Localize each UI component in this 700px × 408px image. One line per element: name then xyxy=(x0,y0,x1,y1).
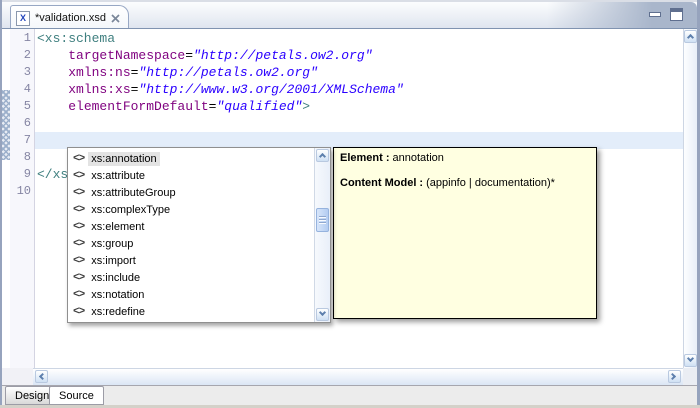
range-indicator xyxy=(2,90,10,160)
line-number-6: 6 xyxy=(10,115,31,132)
tooltip-element-value: annotation xyxy=(393,152,444,164)
xml-element-icon: <> xyxy=(73,204,84,216)
assist-item-label: xs:element xyxy=(88,220,147,234)
assist-item-xs-notation[interactable]: <> xs:notation xyxy=(68,286,313,303)
tooltip-content-model-value: (appinfo | documentation)* xyxy=(426,177,555,189)
xml-element-icon: <> xyxy=(73,272,84,284)
eclipse-editor-window: X *validation.xsd 12345678910 <xs:schema… xyxy=(0,0,700,408)
assist-scroll-down-icon[interactable] xyxy=(316,308,329,321)
assist-item-label: xs:complexType xyxy=(88,203,173,217)
editor-tab-validation-xsd[interactable]: X *validation.xsd xyxy=(10,5,129,30)
page-tab-bar: Design Source xyxy=(2,385,697,405)
scrollbar-corner-right xyxy=(683,368,698,385)
assist-item-label: xs:notation xyxy=(88,288,147,302)
assist-item-xs-include[interactable]: <> xs:include xyxy=(68,269,313,286)
assist-item-label: xs:annotation xyxy=(88,152,159,166)
tooltip-element-row: Element :annotation xyxy=(340,152,590,164)
assist-item-xs-element[interactable]: <> xs:element xyxy=(68,218,313,235)
xml-element-icon: <> xyxy=(73,306,84,318)
scrollbar-corner-left xyxy=(2,368,33,385)
xml-element-icon: <> xyxy=(73,187,84,199)
assist-item-label: xs:group xyxy=(88,237,136,251)
code-line-1: <xs:schema xyxy=(37,30,115,47)
assist-item-xs-group[interactable]: <> xs:group xyxy=(68,235,313,252)
code-line-5: elementFormDefault="qualified"> xyxy=(37,98,310,115)
assist-scroll-up-icon[interactable] xyxy=(316,149,329,162)
xml-element-icon: <> xyxy=(73,170,84,182)
editor-horizontal-scrollbar[interactable] xyxy=(33,368,683,385)
line-number-9: 9 xyxy=(10,166,31,183)
content-assist-popup: <> xs:annotation <> xs:attribute <> xs:attrib… xyxy=(67,147,331,323)
line-number-5: 5 xyxy=(10,98,31,115)
xml-element-icon: <> xyxy=(73,289,84,301)
xml-element-icon: <> xyxy=(73,238,84,250)
line-number-gutter: 12345678910 xyxy=(10,29,35,368)
tooltip-content-model-row: Content Model :(appinfo | documentation)… xyxy=(340,177,590,189)
content-assist-scrollbar[interactable] xyxy=(314,148,330,322)
assist-item-xs-attribute[interactable]: <> xs:attribute xyxy=(68,167,313,184)
code-line-2: targetNamespace="http://petals.ow2.org" xyxy=(37,47,373,64)
tooltip-element-label: Element : xyxy=(340,152,390,164)
close-tab-icon[interactable] xyxy=(111,14,120,23)
xml-element-icon: <> xyxy=(73,255,84,267)
assist-item-label: xs:attributeGroup xyxy=(88,186,178,200)
line-number-1: 1 xyxy=(10,30,31,47)
assist-scroll-thumb[interactable] xyxy=(316,208,329,232)
scroll-up-icon[interactable] xyxy=(684,30,697,43)
content-assist-doc-tooltip: Element :annotation Content Model :(appi… xyxy=(333,147,597,319)
assist-item-label: xs:import xyxy=(88,254,139,268)
code-line-9: </xs xyxy=(37,166,68,183)
maximize-view-icon[interactable] xyxy=(670,8,683,21)
assist-item-xs-annotation[interactable]: <> xs:annotation xyxy=(68,150,313,167)
line-number-3: 3 xyxy=(10,64,31,81)
scroll-down-icon[interactable] xyxy=(684,354,697,367)
minimize-view-icon[interactable] xyxy=(649,12,661,17)
assist-item-xs-attributeGroup[interactable]: <> xs:attributeGroup xyxy=(68,184,313,201)
assist-item-xs-import[interactable]: <> xs:import xyxy=(68,252,313,269)
code-line-4: xmlns:xs="http://www.w3.org/2001/XMLSche… xyxy=(37,81,404,98)
scroll-right-icon[interactable] xyxy=(668,370,681,383)
xsd-file-icon: X xyxy=(16,11,30,26)
assist-item-label: xs:attribute xyxy=(88,169,148,183)
tooltip-content-model-label: Content Model : xyxy=(340,177,423,189)
line-number-8: 8 xyxy=(10,149,31,166)
line-number-4: 4 xyxy=(10,81,31,98)
content-assist-list: <> xs:annotation <> xs:attribute <> xs:attrib… xyxy=(68,150,313,322)
code-line-3: xmlns:ns="http://petals.ow2.org" xyxy=(37,64,318,81)
line-number-10: 10 xyxy=(10,183,31,200)
assist-item-xs-complexType[interactable]: <> xs:complexType xyxy=(68,201,313,218)
editor-tab-title: *validation.xsd xyxy=(35,12,106,24)
editor-vertical-scrollbar[interactable] xyxy=(683,29,698,368)
assist-item-xs-redefine[interactable]: <> xs:redefine xyxy=(68,303,313,320)
window-border-left xyxy=(0,0,2,405)
assist-item-label: xs:redefine xyxy=(88,305,148,319)
line-number-2: 2 xyxy=(10,47,31,64)
editor-tab-bar: X *validation.xsd xyxy=(2,2,697,28)
assist-item-label: xs:include xyxy=(88,271,143,285)
xml-element-icon: <> xyxy=(73,221,84,233)
line-number-7: 7 xyxy=(10,132,31,149)
xml-element-icon: <> xyxy=(73,153,84,165)
scroll-left-icon[interactable] xyxy=(35,370,48,383)
tab-source[interactable]: Source xyxy=(49,386,104,405)
